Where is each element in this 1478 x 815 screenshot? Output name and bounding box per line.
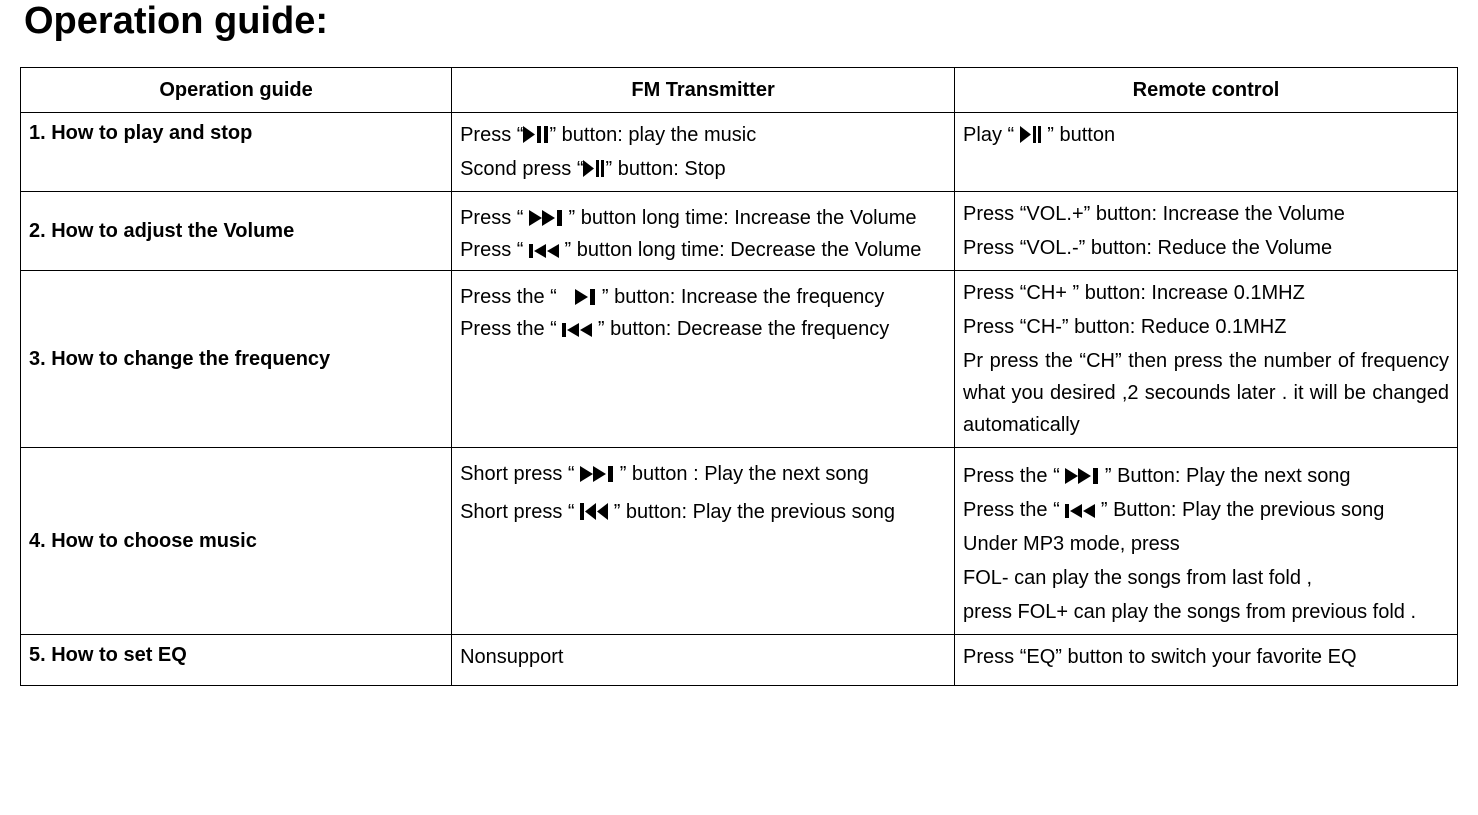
text: ” button: Decrease the frequency xyxy=(592,318,889,340)
play-pause-icon xyxy=(583,160,605,177)
text: Scond press “ xyxy=(460,158,583,180)
text: ” Button: Play the previous song xyxy=(1095,499,1384,521)
text: ” button: Play the previous song xyxy=(608,501,895,523)
table-row: 1. How to play and stop Press “ ” button:… xyxy=(21,113,1458,192)
remote-cell: Press “EQ” button to switch your favorit… xyxy=(955,635,1458,686)
next-track-icon xyxy=(1065,468,1099,484)
text: Short press “ xyxy=(460,501,580,523)
prev-track-icon xyxy=(562,323,592,337)
text: Pr press the “CH” then press the number … xyxy=(963,345,1449,441)
remote-cell: Press “CH+ ” button: Increase 0.1MHZ Pre… xyxy=(955,271,1458,448)
text: Press “CH-” button: Reduce 0.1MHZ xyxy=(963,311,1449,343)
fm-cell: Press “ ” button: play the music Scond pr… xyxy=(452,113,955,192)
text: Nonsupport xyxy=(460,641,946,673)
table-row: 3. How to change the frequency Press the… xyxy=(21,271,1458,448)
page-title: Operation guide: xyxy=(20,0,1458,43)
text: Press the “ xyxy=(963,465,1065,487)
row-label: 4. How to choose music xyxy=(21,448,452,635)
text: Press the “ xyxy=(460,318,562,340)
text: ” button: play the music xyxy=(549,124,756,146)
play-pause-icon xyxy=(523,126,549,143)
prev-track-icon xyxy=(1065,504,1095,518)
text: Press “ xyxy=(460,124,523,146)
prev-track-icon xyxy=(529,244,559,258)
text: Press “ xyxy=(460,207,529,229)
text: ” button long time: Decrease the Volume xyxy=(559,239,921,261)
prev-track-icon xyxy=(580,503,608,520)
text: Press “CH+ ” button: Increase 0.1MHZ xyxy=(963,277,1449,309)
text: Under MP3 mode, press xyxy=(963,528,1449,560)
text: ” button xyxy=(1042,124,1115,146)
table-row: 4. How to choose music Short press “ ” b… xyxy=(21,448,1458,635)
text: Press the “ xyxy=(963,499,1065,521)
play-pause-icon xyxy=(1020,126,1042,143)
text: ” button long time: Increase the Volume xyxy=(563,207,917,229)
text: ” button : Play the next song xyxy=(614,463,869,485)
remote-cell: Press the “ ” Button: Play the next song… xyxy=(955,448,1458,635)
row-label: 5. How to set EQ xyxy=(21,635,452,686)
text: ” button: Stop xyxy=(605,158,725,180)
text: ” button: Increase the frequency xyxy=(596,286,884,308)
text: FOL- can play the songs from last fold , xyxy=(963,562,1449,594)
text: press FOL+ can play the songs from previ… xyxy=(963,596,1449,628)
header-remote-control: Remote control xyxy=(955,68,1458,113)
header-operation-guide: Operation guide xyxy=(21,68,452,113)
text: Press “VOL.-” button: Reduce the Volume xyxy=(963,232,1449,264)
remote-cell: Press “VOL.+” button: Increase the Volum… xyxy=(955,192,1458,271)
text: ” Button: Play the next song xyxy=(1099,465,1350,487)
header-fm-transmitter: FM Transmitter xyxy=(452,68,955,113)
next-track-icon xyxy=(562,289,596,305)
row-label: 2. How to adjust the Volume xyxy=(21,192,452,271)
table-header-row: Operation guide FM Transmitter Remote co… xyxy=(21,68,1458,113)
fm-cell: Nonsupport xyxy=(452,635,955,686)
fm-cell: Short press “ ” button : Play the next s… xyxy=(452,448,955,635)
next-track-icon xyxy=(529,210,563,226)
text: Press “ xyxy=(460,239,529,261)
fm-cell: Press “ ” button long time: Increase the… xyxy=(452,192,955,271)
row-label: 1. How to play and stop xyxy=(21,113,452,192)
text: Play “ xyxy=(963,124,1020,146)
text: Press “VOL.+” button: Increase the Volum… xyxy=(963,198,1449,230)
text: Short press “ xyxy=(460,463,580,485)
next-track-icon xyxy=(580,466,614,482)
text: Press the “ xyxy=(460,286,562,308)
table-row: 5. How to set EQ Nonsupport Press “EQ” b… xyxy=(21,635,1458,686)
fm-cell: Press the “ ” button: Increase the frequ… xyxy=(452,271,955,448)
operation-guide-table: Operation guide FM Transmitter Remote co… xyxy=(20,67,1458,686)
remote-cell: Play “ ” button xyxy=(955,113,1458,192)
text: Press “EQ” button to switch your favorit… xyxy=(963,641,1449,673)
row-label: 3. How to change the frequency xyxy=(21,271,452,448)
table-row: 2. How to adjust the Volume Press “ ” bu… xyxy=(21,192,1458,271)
